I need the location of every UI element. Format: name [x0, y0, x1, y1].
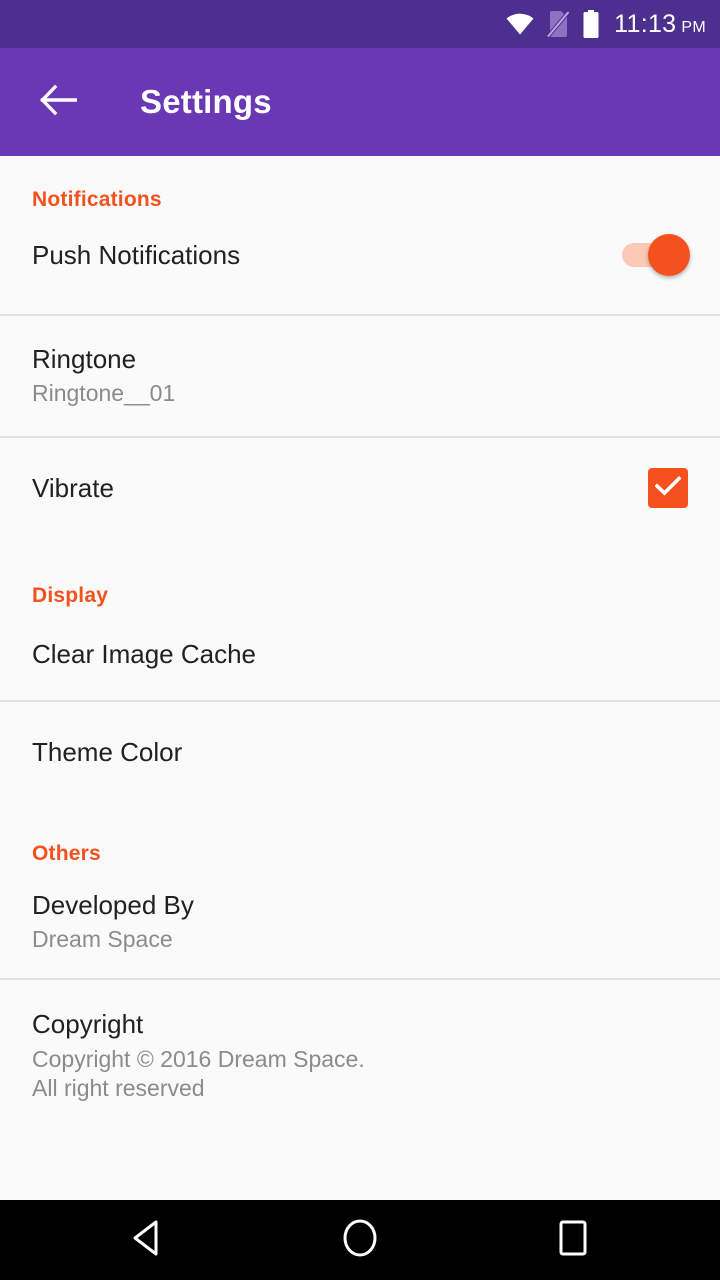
row-developed-by[interactable]: Developed By Dream Space: [0, 866, 720, 978]
row-copyright[interactable]: Copyright Copyright © 2016 Dream Space. …: [0, 980, 720, 1104]
clock-time: 11:13: [614, 9, 677, 38]
arrow-back-icon: [39, 84, 78, 121]
nav-recents-button[interactable]: [528, 1200, 618, 1280]
row-subtitle: Copyright © 2016 Dream Space.: [32, 1045, 365, 1072]
row-texts: Ringtone Ringtone__01: [32, 343, 688, 409]
check-icon: [654, 475, 682, 501]
nav-back-button[interactable]: [102, 1200, 192, 1280]
row-title: Push Notifications: [32, 239, 241, 270]
section-header-display: Display: [32, 584, 109, 607]
section-header-notifications: Notifications: [32, 188, 162, 211]
section-header-others: Others: [32, 842, 101, 865]
settings-list[interactable]: Notifications Push Notifications Rington…: [0, 156, 720, 1200]
status-bar: 11:13 PM: [0, 0, 720, 48]
row-title: Clear Image Cache: [32, 638, 256, 669]
row-title: Theme Color: [32, 736, 183, 767]
row-theme-color[interactable]: Theme Color: [0, 702, 720, 802]
push-notifications-toggle[interactable]: [622, 234, 690, 276]
nav-home-button[interactable]: [315, 1200, 405, 1280]
home-circle-icon: [341, 1218, 379, 1263]
row-subtitle: Dream Space: [32, 926, 173, 953]
battery-icon: [582, 10, 600, 38]
row-texts: Push Notifications: [32, 239, 622, 272]
android-navigation-bar: [0, 1200, 720, 1280]
recents-square-icon: [556, 1219, 590, 1262]
back-triangle-icon: [130, 1219, 164, 1262]
row-title: Vibrate: [32, 472, 114, 503]
wifi-icon: [506, 13, 534, 35]
row-texts: Theme Color: [32, 736, 688, 769]
no-sim-icon: [547, 10, 570, 38]
row-title: Ringtone: [32, 343, 137, 374]
row-title: Copyright: [32, 1009, 144, 1039]
row-clear-image-cache[interactable]: Clear Image Cache: [0, 608, 720, 700]
back-button[interactable]: [32, 76, 84, 128]
phone-screen: 11:13 PM Settings Notifications Push Not…: [0, 0, 720, 1280]
row-texts: Clear Image Cache: [32, 638, 688, 671]
clock-ampm: PM: [681, 18, 706, 36]
row-push-notifications[interactable]: Push Notifications: [0, 212, 720, 298]
row-ringtone[interactable]: Ringtone Ringtone__01: [0, 316, 720, 436]
page-title: Settings: [140, 83, 272, 120]
status-bar-clock: 11:13 PM: [614, 10, 706, 39]
row-subtitle: Ringtone__01: [32, 380, 176, 407]
row-vibrate[interactable]: Vibrate: [0, 438, 720, 538]
row-texts: Vibrate: [32, 472, 648, 505]
app-toolbar: Settings: [0, 48, 720, 156]
row-title: Developed By: [32, 889, 194, 920]
row-subtitle-line2: All right reserved: [32, 1075, 205, 1102]
row-texts: Developed By Dream Space: [32, 889, 688, 955]
toggle-thumb: [648, 234, 690, 276]
vibrate-checkbox[interactable]: [648, 468, 688, 508]
row-texts: Copyright Copyright © 2016 Dream Space. …: [32, 1008, 688, 1104]
